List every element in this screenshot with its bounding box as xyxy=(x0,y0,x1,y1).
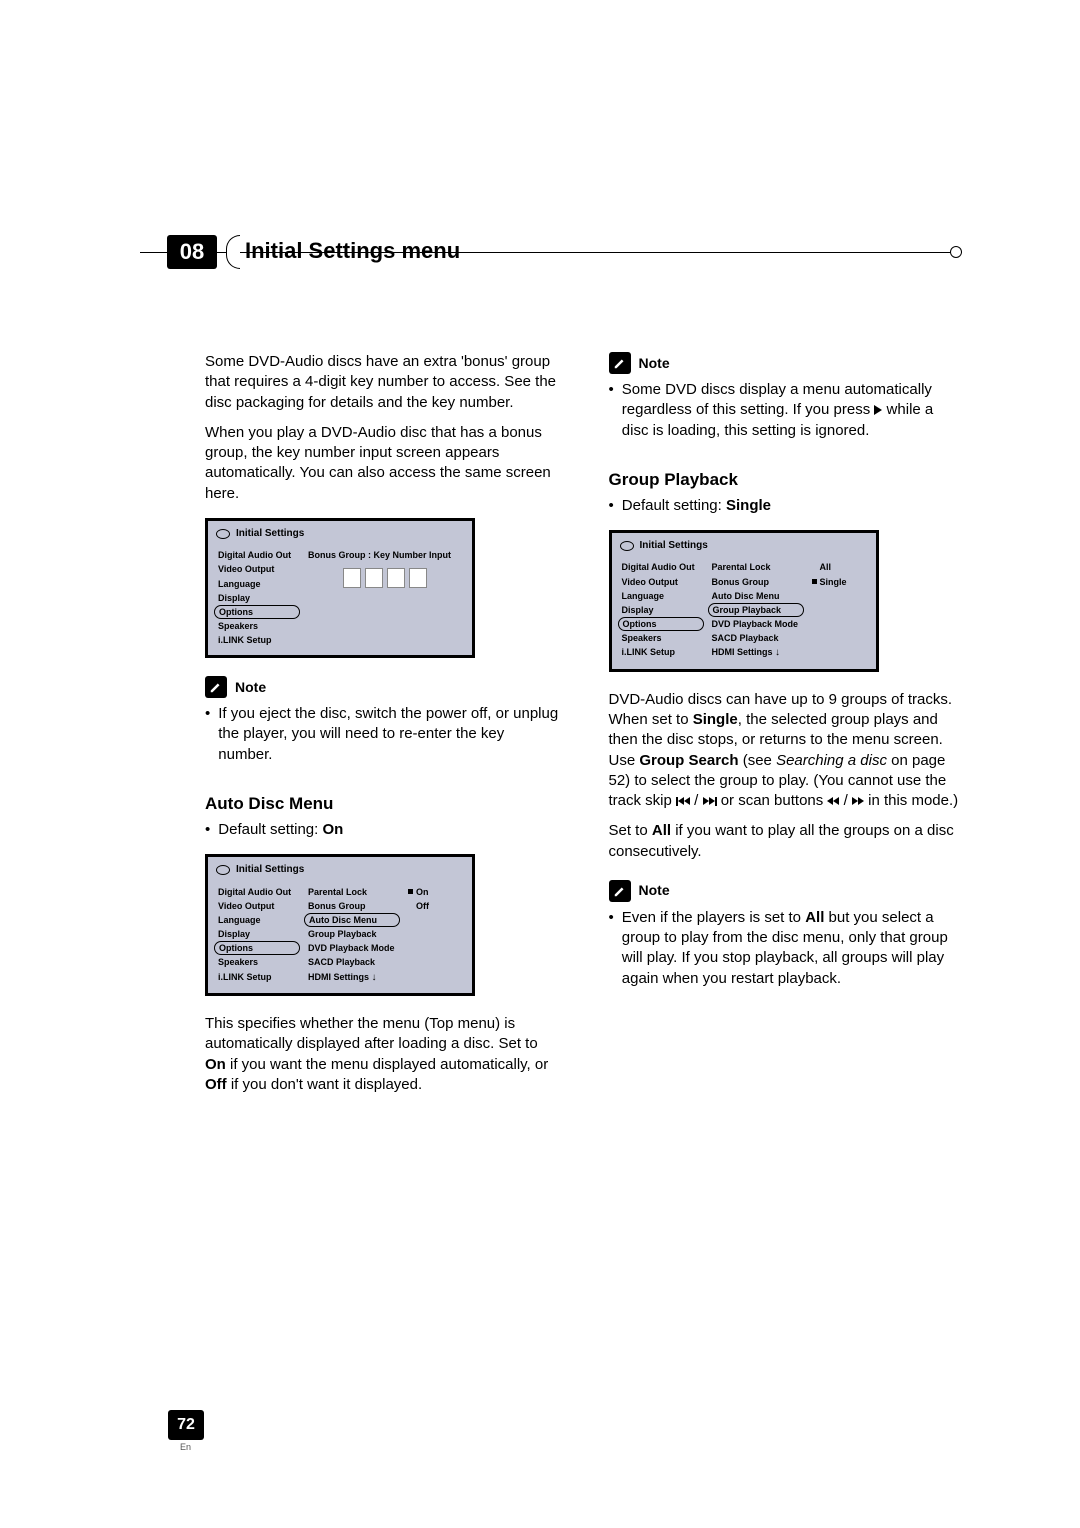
default-value: Single xyxy=(726,497,771,514)
note-label: Note xyxy=(639,354,670,373)
menu-item: Video Output xyxy=(214,899,300,913)
track-skip-next-icon xyxy=(703,797,717,806)
submenu-item: Bonus Group xyxy=(708,575,804,589)
menu-item: Video Output xyxy=(214,562,300,576)
menu-item: i.LINK Setup xyxy=(618,645,704,659)
pencil-note-icon xyxy=(609,352,631,374)
menu-item: Speakers xyxy=(618,631,704,645)
pencil-note-icon xyxy=(609,880,631,902)
default-value: On xyxy=(323,821,344,838)
option-item: All xyxy=(808,560,870,574)
submenu-item-selected: Auto Disc Menu xyxy=(304,913,400,927)
settings-title: Initial Settings xyxy=(640,539,708,553)
settings-title: Initial Settings xyxy=(236,863,304,877)
note-bullet: • Some DVD discs display a menu automati… xyxy=(609,380,963,441)
option-item: On xyxy=(404,885,466,899)
track-skip-prev-icon xyxy=(676,797,690,806)
menu-item: Language xyxy=(214,577,300,591)
submenu-item: Auto Disc Menu xyxy=(708,589,804,603)
menu-item-selected: Options xyxy=(214,605,300,619)
submenu-item: HDMI Settings ↓ xyxy=(708,645,804,661)
menu-item: Display xyxy=(214,591,300,605)
settings-logo-icon xyxy=(216,865,230,875)
submenu-item-selected: Group Playback xyxy=(708,603,804,617)
menu-item: i.LINK Setup xyxy=(214,633,300,647)
option-item: Off xyxy=(404,899,466,913)
submenu-item: Parental Lock xyxy=(708,560,804,574)
submenu-item: Group Playback xyxy=(304,927,400,941)
note-text: Even if the players is set to All but yo… xyxy=(622,908,962,989)
digit-cell xyxy=(409,568,427,588)
note-label: Note xyxy=(639,881,670,900)
menu-item: i.LINK Setup xyxy=(214,970,300,984)
digit-cell xyxy=(343,568,361,588)
section-heading: Auto Disc Menu xyxy=(205,793,559,816)
chapter-bracket xyxy=(226,235,240,269)
menu-item-selected: Options xyxy=(618,617,704,631)
right-column: Note • Some DVD discs display a menu aut… xyxy=(609,352,963,1105)
page-language-label: En xyxy=(180,1442,191,1452)
menu-item: Digital Audio Out xyxy=(214,885,300,899)
note-bullet: • If you eject the disc, switch the powe… xyxy=(205,704,559,765)
submenu-item: DVD Playback Mode xyxy=(304,941,400,955)
body-text: Set to All if you want to play all the g… xyxy=(609,821,963,862)
note-bullet: • Even if the players is set to All but … xyxy=(609,908,963,989)
note-label: Note xyxy=(235,678,266,697)
note-text: Some DVD discs display a menu automatica… xyxy=(622,380,962,441)
menu-item: Language xyxy=(618,589,704,603)
submenu-item: DVD Playback Mode xyxy=(708,617,804,631)
scan-forward-icon xyxy=(852,797,864,805)
left-column: Some DVD-Audio discs have an extra 'bonu… xyxy=(205,352,559,1105)
pencil-note-icon xyxy=(205,676,227,698)
settings-logo-icon xyxy=(620,541,634,551)
body-text: When you play a DVD-Audio disc that has … xyxy=(205,423,559,504)
default-prefix: Default setting: xyxy=(622,497,726,514)
default-prefix: Default setting: xyxy=(218,821,322,838)
settings-title: Initial Settings xyxy=(236,527,304,541)
key-number-input xyxy=(304,568,466,588)
panel-label: Bonus Group : Key Number Input xyxy=(304,548,466,562)
digit-cell xyxy=(387,568,405,588)
option-item: Single xyxy=(808,575,870,589)
menu-item: Speakers xyxy=(214,619,300,633)
default-setting-line: • Default setting: Single xyxy=(609,496,963,516)
menu-item-selected: Options xyxy=(214,941,300,955)
scroll-down-icon: ↓ xyxy=(775,647,780,658)
settings-screenshot-group-playback: Initial Settings Digital Audio Out Video… xyxy=(609,530,879,672)
menu-item: Display xyxy=(214,927,300,941)
chapter-title: Initial Settings menu xyxy=(245,238,460,264)
menu-item: Speakers xyxy=(214,955,300,969)
body-text: Some DVD-Audio discs have an extra 'bonu… xyxy=(205,352,559,413)
menu-item: Digital Audio Out xyxy=(618,560,704,574)
body-text: This specifies whether the menu (Top men… xyxy=(205,1014,559,1095)
header-end-cap xyxy=(950,246,962,258)
settings-logo-icon xyxy=(216,529,230,539)
menu-item: Language xyxy=(214,913,300,927)
section-heading: Group Playback xyxy=(609,469,963,492)
default-setting-line: • Default setting: On xyxy=(205,820,559,840)
menu-item: Display xyxy=(618,603,704,617)
submenu-item: SACD Playback xyxy=(708,631,804,645)
scroll-down-icon: ↓ xyxy=(372,972,377,983)
submenu-item: HDMI Settings ↓ xyxy=(304,970,400,986)
settings-screenshot-auto-disc-menu: Initial Settings Digital Audio Out Video… xyxy=(205,854,475,996)
menu-item: Video Output xyxy=(618,575,704,589)
submenu-item: SACD Playback xyxy=(304,955,400,969)
submenu-item: Parental Lock xyxy=(304,885,400,899)
body-text: DVD-Audio discs can have up to 9 groups … xyxy=(609,690,963,812)
digit-cell xyxy=(365,568,383,588)
menu-item: Digital Audio Out xyxy=(214,548,300,562)
settings-screenshot-bonus-group: Initial Settings Digital Audio Out Video… xyxy=(205,518,475,658)
note-text: If you eject the disc, switch the power … xyxy=(218,704,558,765)
chapter-number-badge: 08 xyxy=(167,235,217,269)
page-number-badge: 72 xyxy=(168,1410,204,1440)
submenu-item: Bonus Group xyxy=(304,899,400,913)
scan-back-icon xyxy=(827,797,839,805)
